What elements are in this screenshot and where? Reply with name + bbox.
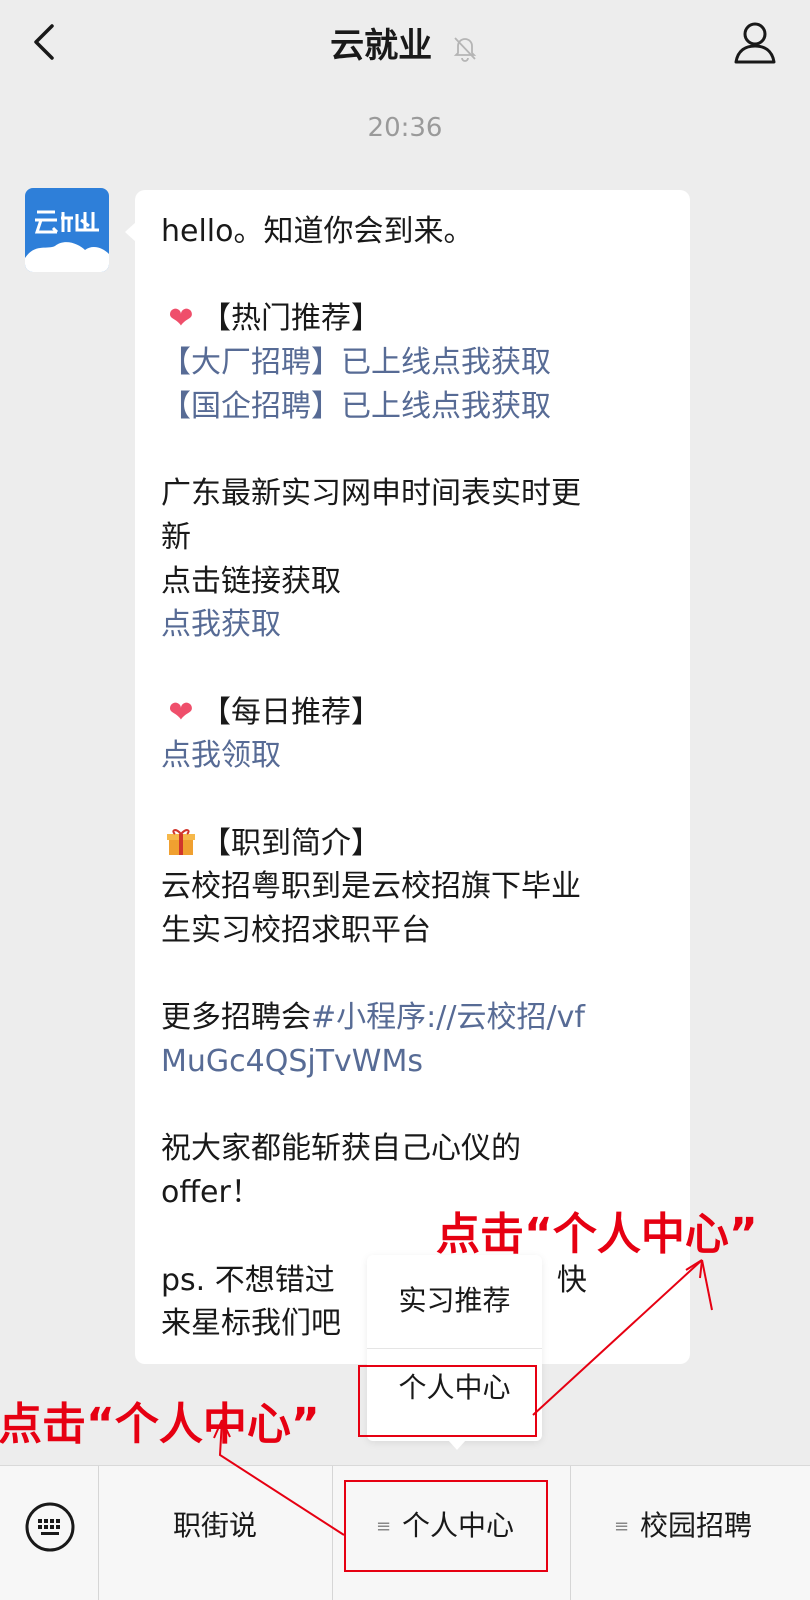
- arrow-to-popup: [701, 1259, 713, 1311]
- annotation-arrows: [213, 1259, 713, 1536]
- arrow-to-tab: [218, 1419, 345, 1536]
